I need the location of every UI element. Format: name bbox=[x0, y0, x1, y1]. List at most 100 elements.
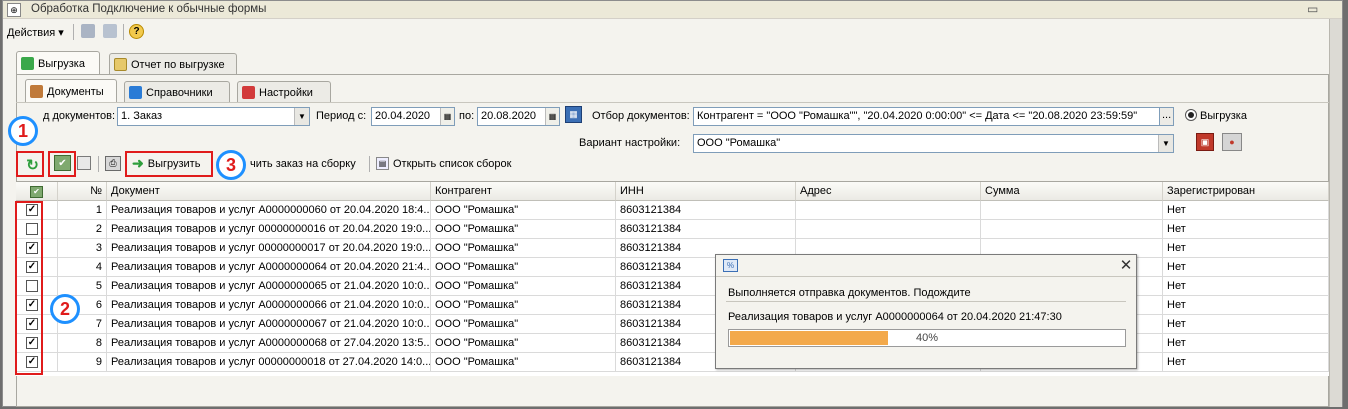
annotation-marker-1: 1 bbox=[8, 116, 38, 146]
dialog-app-icon: % bbox=[723, 259, 738, 272]
table-cell-n[interactable]: 4 bbox=[58, 258, 107, 277]
table-cell-doc[interactable]: Реализация товаров и услуг А0000000065 о… bbox=[107, 277, 431, 296]
table-cell-doc[interactable]: Реализация товаров и услуг 00000000018 о… bbox=[107, 353, 431, 372]
header-check-column[interactable]: ✔ bbox=[16, 182, 58, 201]
table-cell-doc[interactable]: Реализация товаров и услуг 00000000017 о… bbox=[107, 239, 431, 258]
edit-icon[interactable] bbox=[103, 24, 117, 38]
column-header[interactable]: Адрес bbox=[796, 182, 981, 201]
table-cell-kontr[interactable]: ООО "Ромашка" bbox=[431, 277, 616, 296]
table-cell-reg[interactable]: Нет bbox=[1163, 239, 1329, 258]
chevron-down-icon[interactable]: ▼ bbox=[1158, 135, 1173, 152]
tab-report[interactable]: Отчет по выгрузке bbox=[109, 53, 237, 75]
table-cell-kontr[interactable]: ООО "Ромашка" bbox=[431, 239, 616, 258]
table-cell-kontr[interactable]: ООО "Ромашка" bbox=[431, 334, 616, 353]
dialog-current-doc: Реализация товаров и услуг А0000000064 о… bbox=[728, 311, 1062, 323]
calendar-icon[interactable]: ▦ bbox=[440, 108, 454, 125]
tab-vygruzka-label: Выгрузка bbox=[38, 57, 85, 70]
help-icon[interactable]: ? bbox=[129, 24, 144, 39]
table-cell-inn[interactable]: 8603121384 bbox=[616, 220, 796, 239]
doc-filter-value: Контрагент = "ООО "Ромашка"", "20.04.202… bbox=[697, 110, 1138, 122]
table-cell-reg[interactable]: Нет bbox=[1163, 220, 1329, 239]
open-list-button[interactable]: Открыть список сборок bbox=[393, 158, 511, 170]
period-from-field[interactable]: 20.04.2020 ▦ bbox=[371, 107, 455, 126]
column-header[interactable]: ИНН bbox=[616, 182, 796, 201]
column-header[interactable]: Контрагент bbox=[431, 182, 616, 201]
table-cell-n[interactable]: 9 bbox=[58, 353, 107, 372]
table-cell-n[interactable]: 1 bbox=[58, 201, 107, 220]
table-cell-reg[interactable]: Нет bbox=[1163, 277, 1329, 296]
table-cell-reg[interactable]: Нет bbox=[1163, 258, 1329, 277]
table-cell-kontr[interactable]: ООО "Ромашка" bbox=[431, 201, 616, 220]
doc-filter-ellipsis-button[interactable]: ... bbox=[1159, 107, 1174, 126]
mark-order-button[interactable]: чить заказ на сборку bbox=[250, 158, 356, 170]
toolbar-separator bbox=[98, 156, 99, 172]
table-cell-inn[interactable]: 8603121384 bbox=[616, 201, 796, 220]
period-picker-icon[interactable]: ▦ bbox=[565, 106, 582, 123]
table-cell-reg[interactable]: Нет bbox=[1163, 201, 1329, 220]
column-header[interactable]: Зарегистрирован bbox=[1163, 182, 1329, 201]
table-cell-doc[interactable]: Реализация товаров и услуг А0000000068 о… bbox=[107, 334, 431, 353]
export-radio[interactable] bbox=[1185, 109, 1197, 121]
check-header-icon: ✔ bbox=[30, 186, 43, 198]
title-bar: ⊕ Обработка Подключение к обычные формы … bbox=[3, 1, 1342, 19]
table-cell-kontr[interactable]: ООО "Ромашка" bbox=[431, 353, 616, 372]
table-cell-reg[interactable]: Нет bbox=[1163, 296, 1329, 315]
table-cell-n[interactable]: 8 bbox=[58, 334, 107, 353]
close-icon[interactable]: ✕ bbox=[1118, 257, 1134, 274]
table-cell-reg[interactable]: Нет bbox=[1163, 353, 1329, 372]
report-tab-icon bbox=[114, 58, 127, 71]
table-cell-addr[interactable] bbox=[796, 201, 981, 220]
column-header[interactable]: Сумма bbox=[981, 182, 1163, 201]
tab-documents[interactable]: Документы bbox=[25, 79, 117, 103]
tab-directories-label: Справочники bbox=[146, 86, 213, 99]
table-cell-kontr[interactable]: ООО "Ромашка" bbox=[431, 296, 616, 315]
doc-type-value: 1. Заказ bbox=[121, 110, 163, 122]
table-cell-sum[interactable] bbox=[981, 220, 1163, 239]
table-cell-reg[interactable]: Нет bbox=[1163, 315, 1329, 334]
app-window: ⊕ Обработка Подключение к обычные формы … bbox=[2, 0, 1343, 407]
tab-directories[interactable]: Справочники bbox=[124, 81, 230, 103]
copy-icon[interactable] bbox=[77, 156, 91, 170]
tab-divider bbox=[16, 102, 1329, 103]
table-cell-addr[interactable] bbox=[796, 220, 981, 239]
calendar-icon[interactable]: ▦ bbox=[545, 108, 559, 125]
chevron-down-icon[interactable]: ▼ bbox=[294, 108, 309, 125]
window-title: Обработка Подключение к обычные формы bbox=[31, 3, 267, 15]
table-cell-reg[interactable]: Нет bbox=[1163, 334, 1329, 353]
table-cell-kontr[interactable]: ООО "Ромашка" bbox=[431, 220, 616, 239]
table-cell-kontr[interactable]: ООО "Ромашка" bbox=[431, 258, 616, 277]
table-cell-doc[interactable]: Реализация товаров и услуг А0000000066 о… bbox=[107, 296, 431, 315]
tab-vygruzka[interactable]: Выгрузка bbox=[16, 51, 100, 75]
table-cell-doc[interactable]: Реализация товаров и услуг А0000000060 о… bbox=[107, 201, 431, 220]
actions-menu-label: Действия bbox=[7, 27, 56, 39]
table-cell-n[interactable]: 3 bbox=[58, 239, 107, 258]
table-cell-sum[interactable] bbox=[981, 201, 1163, 220]
actions-menu[interactable]: Действия ▾ bbox=[7, 26, 64, 39]
minimize-icon[interactable]: ▭ bbox=[1307, 2, 1318, 16]
doc-filter-field[interactable]: Контрагент = "ООО "Ромашка"", "20.04.202… bbox=[693, 107, 1160, 126]
table-cell-kontr[interactable]: ООО "Ромашка" bbox=[431, 315, 616, 334]
column-header[interactable]: Документ bbox=[107, 182, 431, 201]
table-cell-doc[interactable]: Реализация товаров и услуг А0000000067 о… bbox=[107, 315, 431, 334]
period-to-label: по: bbox=[459, 110, 475, 122]
print-icon[interactable]: ⎙ bbox=[105, 156, 121, 171]
table-cell-doc[interactable]: Реализация товаров и услуг 00000000016 о… bbox=[107, 220, 431, 239]
save-icon[interactable]: ▣ bbox=[1196, 133, 1214, 151]
table-cell-doc[interactable]: Реализация товаров и услуг А0000000064 о… bbox=[107, 258, 431, 277]
doc-icon[interactable] bbox=[81, 24, 95, 38]
doc-type-select[interactable]: 1. Заказ ▼ bbox=[117, 107, 310, 126]
variant-select[interactable]: ООО "Ромашка" ▼ bbox=[693, 134, 1174, 153]
column-header[interactable]: № bbox=[58, 182, 107, 201]
variant-value: ООО "Ромашка" bbox=[697, 137, 781, 149]
table-cell-n[interactable]: 2 bbox=[58, 220, 107, 239]
right-scroll-strip[interactable] bbox=[1329, 19, 1342, 407]
tab-settings[interactable]: Настройки bbox=[237, 81, 331, 103]
open-list-icon: ▤ bbox=[376, 157, 389, 170]
toolbar-separator bbox=[369, 156, 370, 172]
load-settings-icon[interactable]: ● bbox=[1222, 133, 1242, 151]
radio-label: Выгрузка bbox=[1200, 110, 1247, 122]
variant-label: Вариант настройки: bbox=[579, 137, 681, 149]
period-from-label: Период с: bbox=[316, 110, 367, 122]
period-to-field[interactable]: 20.08.2020 ▦ bbox=[477, 107, 560, 126]
documents-tab-icon bbox=[30, 85, 43, 98]
